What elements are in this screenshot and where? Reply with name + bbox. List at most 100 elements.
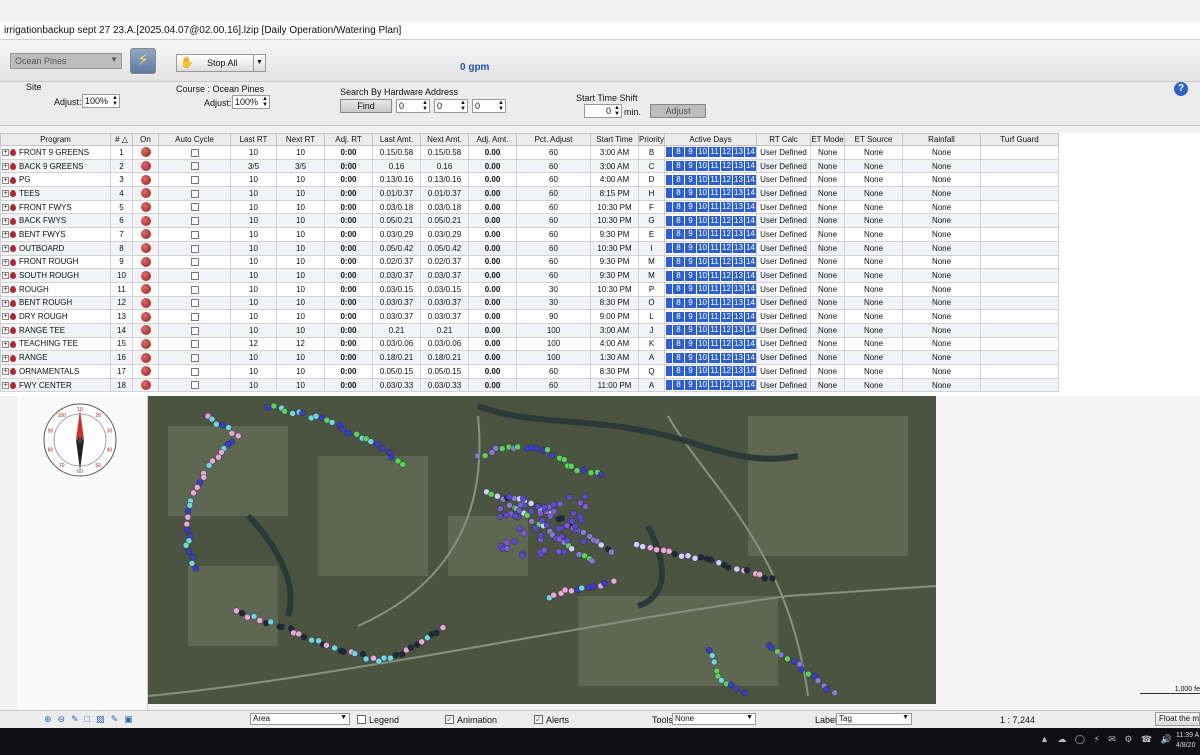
day-cell[interactable]: 13 bbox=[733, 174, 744, 185]
rt-calc-cell[interactable]: User Defined bbox=[756, 240, 811, 256]
sprinkler-head-marker[interactable] bbox=[192, 565, 199, 572]
table-row[interactable]: + BACK 9 GREENS 2 3/5 3/5 0:00 0.16 0.16 0.00 60 3… bbox=[0, 158, 1059, 174]
rt-calc-cell[interactable]: User Defined bbox=[756, 145, 811, 160]
table-row[interactable]: + SOUTH ROUGH 10 10 10 0:00 0.03/0.37 0.03/0.37… bbox=[0, 268, 1059, 283]
sprinkler-head-marker[interactable] bbox=[577, 499, 584, 507]
rainfall-cell[interactable]: None bbox=[902, 309, 981, 324]
priority-cell[interactable]: J bbox=[638, 322, 665, 338]
sprinkler-head-marker[interactable] bbox=[568, 463, 575, 470]
day-cell[interactable]: 9 bbox=[685, 366, 696, 377]
sprinkler-head-marker[interactable] bbox=[362, 655, 370, 663]
start-cell[interactable]: 3:00 AM bbox=[590, 158, 639, 174]
address-input-3[interactable]: 0 ▲ ▼ bbox=[472, 99, 506, 113]
sprinkler-head-marker[interactable] bbox=[270, 402, 278, 410]
sprinkler-head-marker[interactable] bbox=[499, 445, 506, 452]
pct-cell[interactable]: 60 bbox=[516, 213, 591, 229]
on-cell[interactable] bbox=[132, 227, 159, 242]
last-rt-cell[interactable]: 10 bbox=[230, 377, 277, 393]
tools-select[interactable]: None ▼ bbox=[672, 713, 756, 725]
adj-rt-cell[interactable]: 0:00 bbox=[324, 186, 373, 201]
auto-cycle-cell[interactable] bbox=[158, 186, 231, 201]
day-cell[interactable]: 9 bbox=[685, 147, 696, 158]
next-rt-cell[interactable]: 10 bbox=[276, 364, 325, 379]
last-amt-cell[interactable]: 0.05/0.42 bbox=[372, 240, 421, 256]
auto-cycle-cell[interactable] bbox=[158, 145, 231, 160]
sprinkler-head-marker[interactable] bbox=[353, 431, 360, 438]
auto-cycle-checkbox[interactable] bbox=[190, 312, 199, 321]
priority-cell[interactable]: P bbox=[638, 281, 665, 297]
day-cell[interactable]: 8 bbox=[673, 380, 684, 391]
sprinkler-head-marker[interactable] bbox=[379, 445, 387, 452]
course-map[interactable] bbox=[148, 396, 936, 704]
et-mode-cell[interactable]: None bbox=[810, 281, 845, 297]
next-amt-cell[interactable]: 0.03/0.37 bbox=[420, 309, 469, 324]
auto-cycle-cell[interactable] bbox=[158, 268, 231, 283]
sprinkler-head-marker[interactable] bbox=[610, 577, 618, 585]
sprinkler-head-marker[interactable] bbox=[194, 484, 201, 491]
sprinkler-head-marker[interactable] bbox=[582, 503, 589, 510]
rainfall-cell[interactable]: None bbox=[902, 145, 981, 160]
column-header[interactable]: Auto Cycle bbox=[158, 133, 231, 146]
next-amt-cell[interactable]: 0.05/0.15 bbox=[420, 364, 469, 379]
day-cell[interactable]: 12 bbox=[721, 270, 732, 281]
adj-amt-cell[interactable]: 0.00 bbox=[468, 268, 517, 283]
priority-cell[interactable]: I bbox=[638, 240, 665, 256]
sprinkler-head-marker[interactable] bbox=[543, 522, 551, 529]
day-cell[interactable]: 12 bbox=[721, 147, 732, 158]
on-cell[interactable] bbox=[132, 268, 159, 283]
sprinkler-head-marker[interactable] bbox=[678, 552, 685, 560]
day-cell[interactable]: 9 bbox=[685, 161, 696, 172]
day-cell[interactable]: 12 bbox=[721, 311, 732, 322]
program-name-cell[interactable]: + RANGE TEE bbox=[0, 322, 111, 338]
sprinkler-head-marker[interactable] bbox=[392, 651, 400, 659]
sprinkler-head-marker[interactable] bbox=[487, 491, 495, 498]
next-rt-cell[interactable]: 10 bbox=[276, 268, 325, 283]
rainfall-cell[interactable]: None bbox=[902, 199, 981, 215]
sprinkler-head-marker[interactable] bbox=[399, 461, 407, 468]
adj-rt-cell[interactable]: 0:00 bbox=[324, 350, 373, 365]
auto-cycle-checkbox[interactable] bbox=[190, 203, 199, 212]
day-cell[interactable]: 12 bbox=[721, 202, 732, 213]
day-cell[interactable]: 11 bbox=[709, 243, 720, 254]
day-cell[interactable]: 10 bbox=[697, 229, 708, 240]
sprinkler-head-marker[interactable] bbox=[387, 654, 394, 662]
day-cell[interactable]: 11 bbox=[709, 256, 720, 267]
lightning-icon[interactable]: ⚡ bbox=[130, 48, 156, 74]
sprinkler-head-marker[interactable] bbox=[345, 429, 352, 437]
updown-icon[interactable]: ▲ ▼ bbox=[262, 96, 268, 108]
last-amt-cell[interactable]: 0.03/0.18 bbox=[372, 199, 421, 215]
on-indicator-icon[interactable] bbox=[140, 188, 151, 199]
animation-checkbox[interactable]: ✓ bbox=[445, 715, 454, 724]
turf-guard-cell[interactable] bbox=[980, 199, 1059, 215]
day-cell[interactable]: 14 bbox=[745, 256, 756, 267]
table-row[interactable]: + ORNAMENTALS 17 10 10 0:00 0.05/0.15 0.05/0.15… bbox=[0, 364, 1059, 379]
compass[interactable]: 102030405060708090100 bbox=[18, 396, 148, 711]
day-cell[interactable]: 14 bbox=[745, 325, 756, 336]
turf-guard-cell[interactable] bbox=[980, 254, 1059, 270]
table-row[interactable]: + BENT ROUGH 12 10 10 0:00 0.03/0.37 0.03/0.37 0… bbox=[0, 295, 1059, 311]
next-amt-cell[interactable]: 0.13/0.16 bbox=[420, 172, 469, 188]
expand-icon[interactable]: + bbox=[2, 340, 9, 348]
table-row[interactable]: + BENT FWYS 7 10 10 0:00 0.03/0.29 0.03/0.29 0.0… bbox=[0, 227, 1059, 242]
sprinkler-head-marker[interactable] bbox=[517, 501, 524, 509]
next-rt-cell[interactable]: 10 bbox=[276, 350, 325, 365]
auto-cycle-cell[interactable] bbox=[158, 364, 231, 379]
on-indicator-icon[interactable] bbox=[140, 229, 151, 240]
sprinkler-head-marker[interactable] bbox=[558, 515, 565, 522]
program-name-cell[interactable]: + BENT FWYS bbox=[0, 227, 111, 242]
sprinkler-head-marker[interactable] bbox=[544, 446, 551, 453]
start-cell[interactable]: 3:00 AM bbox=[590, 145, 639, 160]
next-amt-cell[interactable]: 0.05/0.42 bbox=[420, 240, 469, 256]
adj-amt-cell[interactable]: 0.00 bbox=[468, 240, 517, 256]
turf-guard-cell[interactable] bbox=[980, 186, 1059, 201]
sprinkler-head-marker[interactable] bbox=[189, 553, 197, 561]
day-cell[interactable]: 8 bbox=[673, 297, 684, 308]
sprinkler-head-marker[interactable] bbox=[705, 646, 713, 654]
sprinkler-head-marker[interactable] bbox=[339, 426, 347, 433]
sprinkler-head-marker[interactable] bbox=[323, 642, 330, 649]
sprinkler-head-marker[interactable] bbox=[550, 508, 558, 515]
sprinkler-head-marker[interactable] bbox=[547, 513, 554, 520]
day-cell[interactable]: 9 bbox=[685, 352, 696, 363]
sprinkler-head-marker[interactable] bbox=[380, 654, 388, 662]
day-cell[interactable]: 10 bbox=[697, 352, 708, 363]
